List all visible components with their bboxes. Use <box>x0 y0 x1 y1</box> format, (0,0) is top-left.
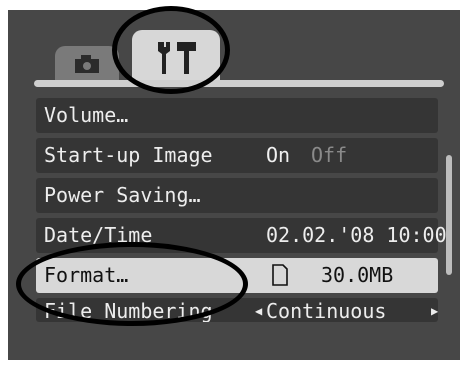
menu-item-volume[interactable]: Volume… <box>36 98 438 133</box>
menu-item-label: Power Saving… <box>44 183 201 207</box>
menu-item-label: Format… <box>44 263 129 287</box>
settings-menu: Volume… Start-up Image On Off Power Savi… <box>36 98 447 322</box>
menu-item-label: Date/Time <box>44 223 153 247</box>
menu-item-label: Volume… <box>44 103 129 127</box>
menu-item-label: Start-up Image <box>44 143 213 167</box>
wrench-hammer-icon <box>158 42 196 74</box>
setup-tab[interactable] <box>132 30 220 86</box>
menu-item-format[interactable]: Format… 30.0MB <box>36 258 438 293</box>
tab-divider <box>34 80 444 87</box>
menu-item-file-numbering[interactable]: File Numbering ◀ Continuous ▶ <box>36 298 438 322</box>
menu-scrollbar[interactable] <box>446 155 452 275</box>
shooting-tab[interactable] <box>55 46 119 82</box>
menu-item-date-time[interactable]: Date/Time 02.02.'08 10:00 <box>36 218 447 253</box>
option-off[interactable]: Off <box>311 138 347 173</box>
memory-card-icon <box>272 264 288 286</box>
file-numbering-value: Continuous <box>266 299 387 322</box>
camera-screen: Volume… Start-up Image On Off Power Savi… <box>8 10 460 360</box>
option-on[interactable]: On <box>266 138 290 173</box>
arrow-left-icon[interactable]: ◀ <box>255 298 262 322</box>
card-capacity-value: 30.0MB <box>321 263 394 287</box>
arrow-right-icon[interactable]: ▶ <box>431 298 438 322</box>
menu-item-startup-image[interactable]: Start-up Image On Off <box>36 138 438 173</box>
date-time-value: 02.02.'08 10:00 <box>266 223 447 247</box>
menu-item-label: File Numbering <box>44 299 213 322</box>
menu-item-power-saving[interactable]: Power Saving… <box>36 178 438 213</box>
camera-icon <box>75 55 99 73</box>
